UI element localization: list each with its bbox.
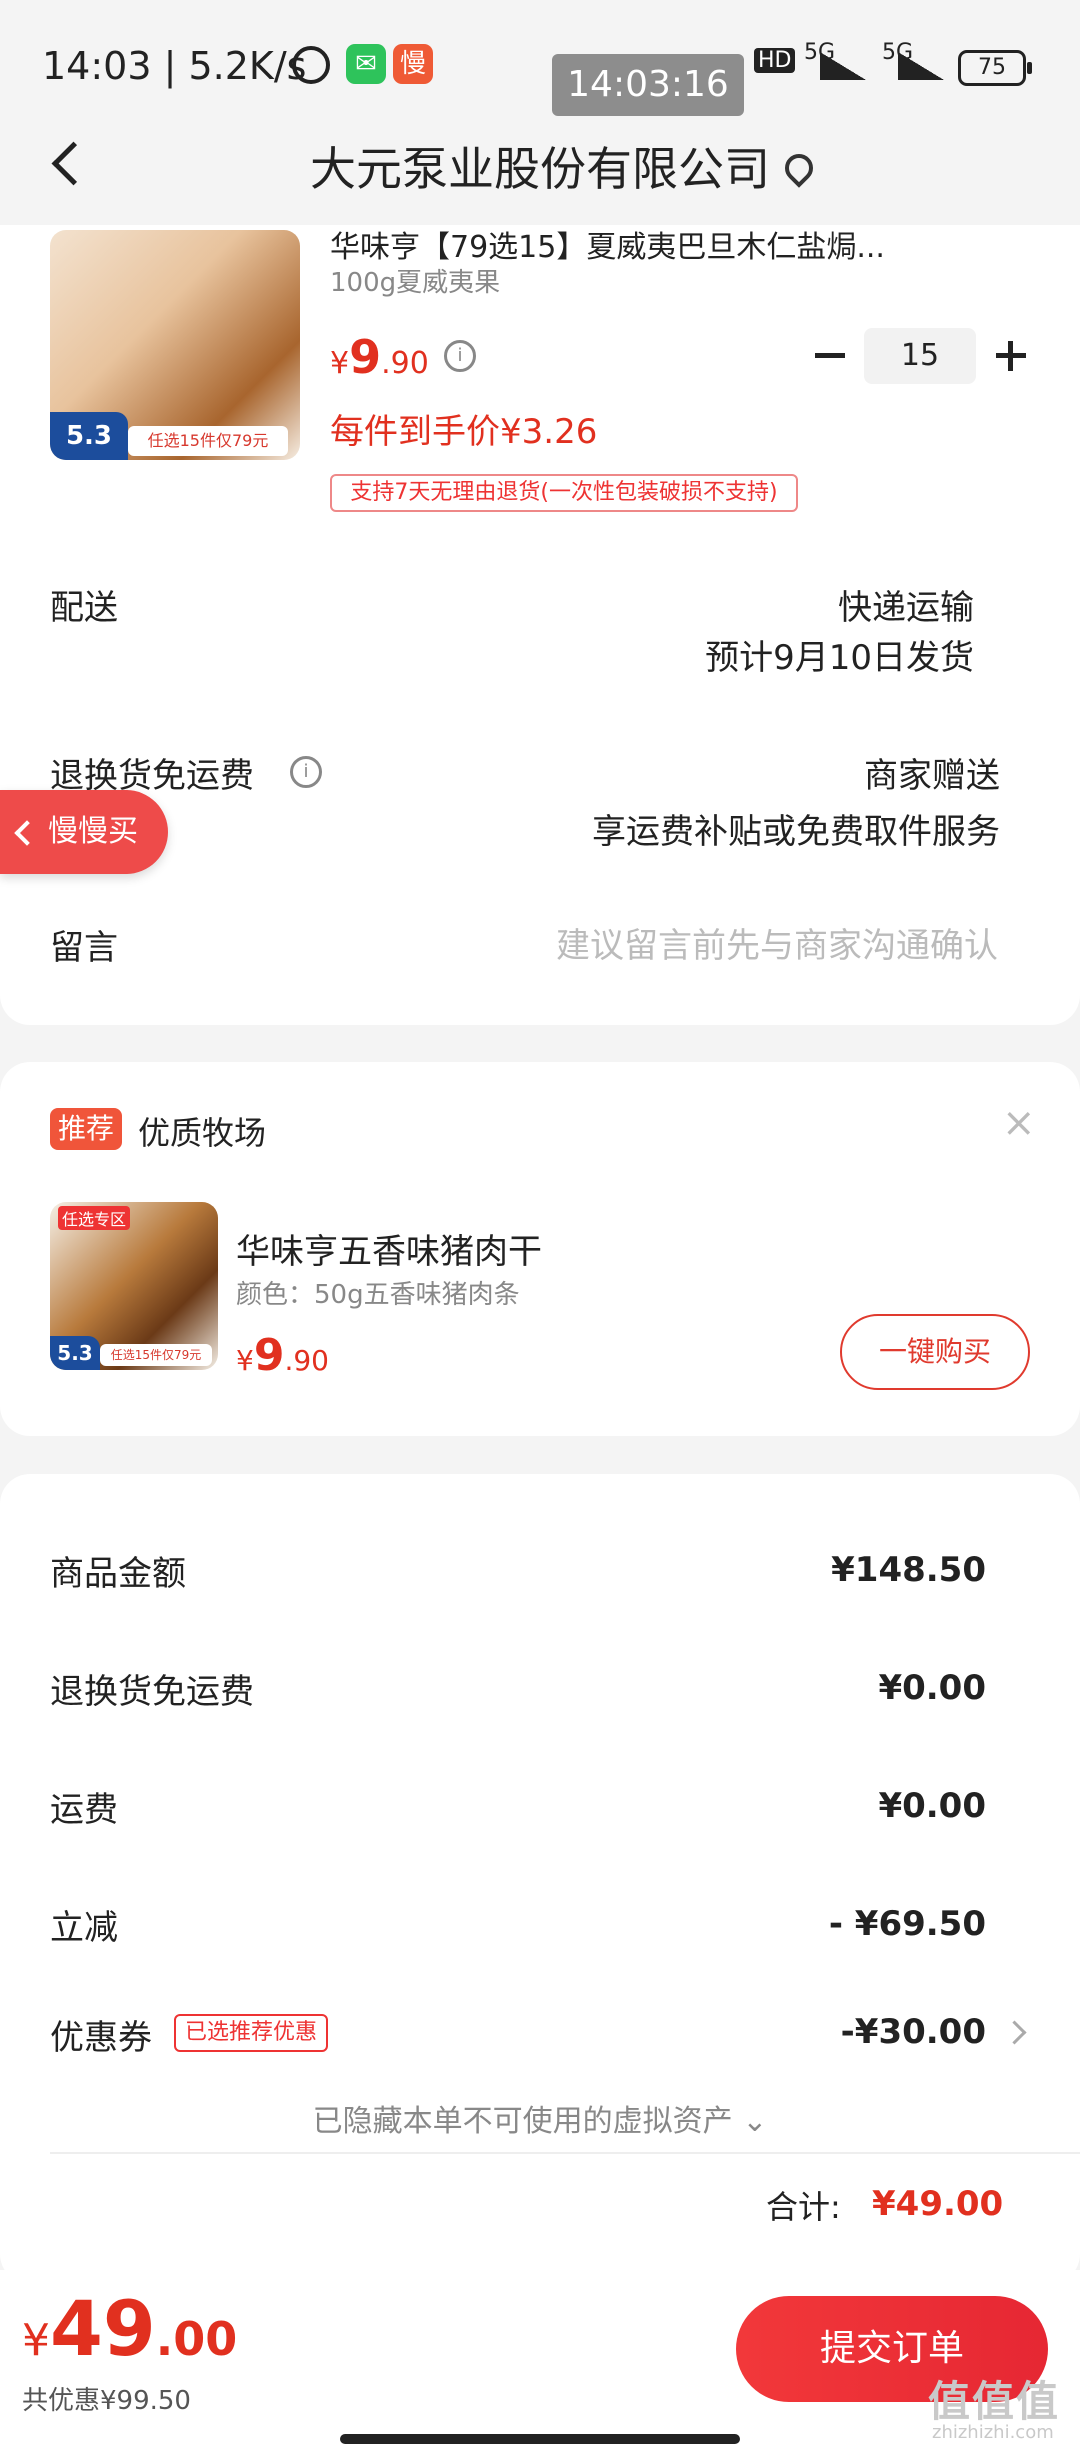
message-input[interactable]: 建议留言前先与商家沟通确认 <box>420 918 998 967</box>
signal-icon-1 <box>820 52 866 80</box>
page-title: 大元泵业股份有限公司 <box>310 142 770 196</box>
recommend-image-corner: 任选专区 <box>58 1206 131 1230</box>
product-spec: 100g夏威夷果 <box>330 268 501 298</box>
status-time: 14:03 | 5.2K/s <box>42 44 307 88</box>
summary-row-label: 商品金额 <box>50 1554 186 1594</box>
discount-value: - ¥69.50 <box>828 1904 986 1944</box>
delivery-method[interactable]: 快递运输 <box>600 580 974 629</box>
recommend-image[interactable]: 任选专区 5.3 任选15件仅79元 <box>50 1202 218 1370</box>
price-info-icon[interactable]: i <box>444 340 476 372</box>
signal-icon-2 <box>898 52 944 80</box>
hd-badge: HD <box>754 48 796 73</box>
summary-row-value: ¥0.00 <box>878 1786 986 1826</box>
per-item-price: 每件到手价¥3.26 <box>330 412 598 452</box>
product-image-strip: 任选15件仅79元 <box>128 426 288 456</box>
recommend-image-strip: 任选15件仅79元 <box>100 1344 212 1366</box>
close-icon[interactable]: × <box>1002 1100 1036 1146</box>
return-policy-tag: 支持7天无理由退货(一次性包装破损不支持) <box>330 474 798 512</box>
battery-icon: 75 <box>958 50 1032 86</box>
alarm-icon <box>292 46 330 84</box>
summary-row-label: 退换货免运费 <box>50 1672 254 1712</box>
recommend-shop[interactable]: 优质牧场 <box>138 1108 266 1154</box>
total-value: ¥49.00 <box>872 2184 1004 2224</box>
quantity-minus-button[interactable] <box>815 353 845 358</box>
product-price: ¥9.90 <box>330 330 429 384</box>
divider <box>50 2152 1080 2154</box>
one-click-buy-button[interactable]: 一键购买 <box>840 1314 1030 1390</box>
slow-buy-float-tab[interactable]: 慢慢买 <box>0 790 168 874</box>
overlay-clock: 14:03:16 <box>552 54 744 116</box>
return-shipping-desc: 享运费补贴或免费取件服务 <box>592 812 1000 852</box>
product-image[interactable]: 5.3 任选15件仅79元 <box>50 230 300 460</box>
watermark-url: zhizhizhi.com <box>932 2422 1054 2443</box>
return-shipping-value: 商家赠送 <box>864 756 1000 796</box>
total-label: 合计: <box>766 2188 841 2226</box>
saved-amount: 共优惠¥99.50 <box>22 2386 191 2416</box>
wechat-icon: ✉ <box>346 44 386 84</box>
summary-row-value: ¥148.50 <box>831 1550 986 1590</box>
slow-buy-label: 慢慢买 <box>48 814 138 849</box>
message-label: 留言 <box>50 928 118 968</box>
summary-row-value: ¥0.00 <box>878 1668 986 1708</box>
recommend-image-badge: 5.3 <box>50 1336 100 1370</box>
coupon-value[interactable]: -¥30.00 <box>700 2012 986 2052</box>
slow-app-icon: 慢 <box>393 44 433 84</box>
recommend-price: ¥9.90 <box>236 1330 329 1381</box>
coupon-tag: 已选推荐优惠 <box>174 2014 328 2052</box>
summary-card <box>0 1474 1080 2284</box>
delivery-estimate: 预计9月10日发货 <box>705 638 974 678</box>
chevron-left-icon <box>14 820 40 846</box>
summary-row-label: 运费 <box>50 1790 118 1830</box>
home-indicator[interactable] <box>340 2434 740 2444</box>
watermark-logo: 值值值 <box>928 2377 1061 2426</box>
summary-row-label: 立减 <box>50 1908 118 1948</box>
recommend-item-name[interactable]: 华味亨五香味猪肉干 <box>236 1224 542 1273</box>
bottom-price: ¥49.00 <box>22 2284 238 2373</box>
delivery-label: 配送 <box>50 588 118 628</box>
recommend-tag: 推荐 <box>50 1108 122 1150</box>
coupon-label: 优惠券 <box>50 2018 152 2058</box>
product-name[interactable]: 华味亨【79选15】夏威夷巴旦木仁盐焗... <box>330 222 1010 266</box>
return-info-icon[interactable]: i <box>290 756 322 788</box>
recommend-item-spec: 颜色：50g五香味猪肉条 <box>236 1280 520 1310</box>
chevron-down-icon: ⌄ <box>742 2104 768 2139</box>
quantity-input[interactable]: 15 <box>864 328 976 384</box>
plus-icon[interactable] <box>1008 341 1013 371</box>
product-image-badge: 5.3 <box>50 412 128 460</box>
hidden-assets-note[interactable]: 已隐藏本单不可使用的虚拟资产 ⌄ <box>0 2096 1080 2140</box>
